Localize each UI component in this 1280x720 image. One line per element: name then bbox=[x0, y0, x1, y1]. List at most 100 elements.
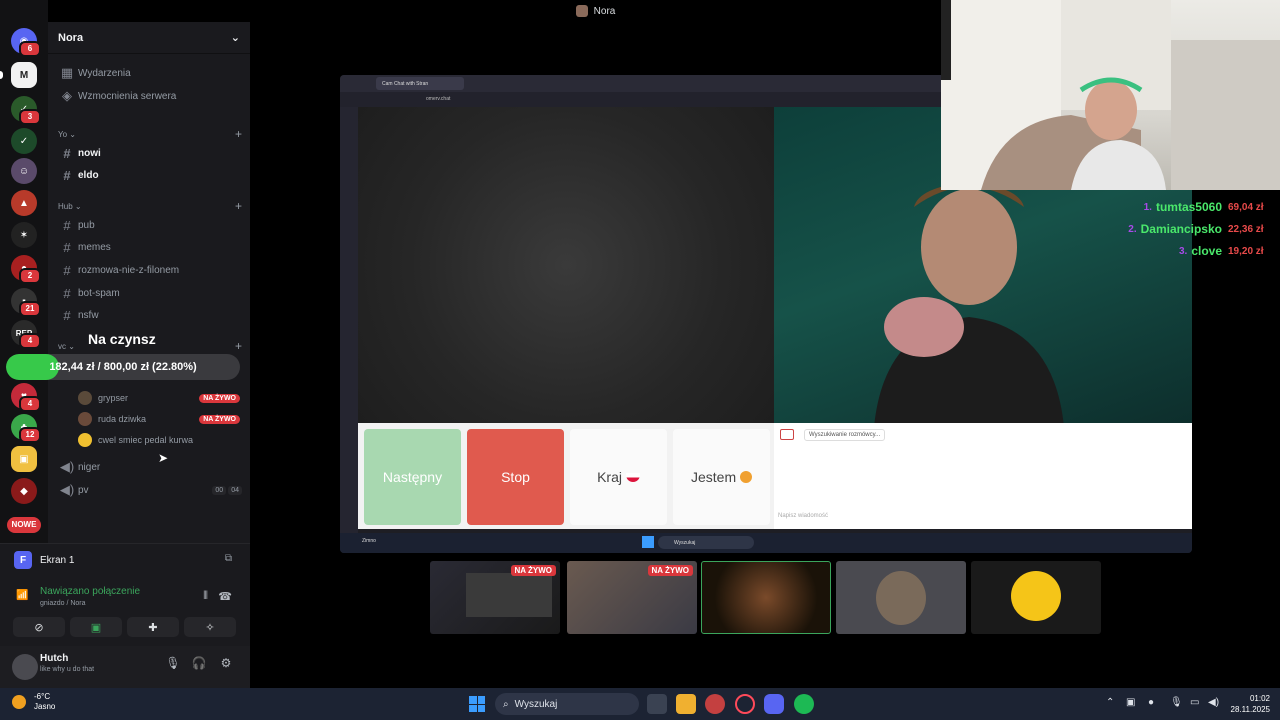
channel-label: pv bbox=[78, 484, 89, 496]
browser-tab[interactable]: Cam Chat with Stran bbox=[376, 77, 464, 90]
stream-thumbnail-active[interactable] bbox=[701, 561, 831, 634]
volume-icon[interactable]: ◀) bbox=[1208, 697, 1219, 708]
channel-nowi[interactable]: # nowi bbox=[58, 143, 242, 163]
activities-icon: ✚ bbox=[148, 621, 158, 634]
sidebar-item-events[interactable]: ▦ Wydarzenia bbox=[58, 63, 242, 83]
clock[interactable]: 01:02 28.11.2025 bbox=[1231, 693, 1270, 715]
server-icon-nora[interactable]: M bbox=[11, 62, 37, 88]
text-chat-panel: Wyszukiwanie rozmówcy... Napisz wiadomoś… bbox=[774, 423, 1192, 529]
category-yo[interactable]: Yo ⌄ + bbox=[58, 127, 242, 141]
start-icon[interactable] bbox=[469, 696, 485, 712]
voice-channel-pv[interactable]: ◀) pv 00 04 bbox=[58, 480, 242, 500]
browser-url[interactable]: omerv.chat bbox=[426, 96, 450, 102]
server-icon-10[interactable]: ♥ 4 bbox=[11, 383, 41, 412]
windows-taskbar: -6°C Jasno ⌕ Wyszukaj ⌃ ▣ ● 🎙 ▭ ◀) 01:02 … bbox=[0, 688, 1280, 720]
gender-button[interactable]: Jestem bbox=[673, 429, 770, 525]
spotify-icon[interactable] bbox=[794, 694, 814, 714]
add-channel-icon[interactable]: + bbox=[235, 339, 242, 353]
voice-user[interactable]: grypser NA ŻYWO bbox=[78, 389, 240, 407]
channel-memes[interactable]: # memes bbox=[58, 237, 242, 257]
browser-side-panel bbox=[340, 107, 358, 553]
user-name[interactable]: Hutch bbox=[40, 653, 68, 664]
live-badge: NA ŻYWO bbox=[510, 565, 556, 576]
channel-pub[interactable]: # pub bbox=[58, 215, 242, 235]
screen-share-label[interactable]: F Ekran 1 bbox=[14, 551, 74, 569]
add-channel-icon[interactable]: + bbox=[235, 127, 242, 141]
chat-message-input[interactable]: Napisz wiadomość bbox=[778, 513, 828, 519]
voice-connection-panel: F Ekran 1 ⧉ 📶 Nawiązano połączenie gniaz… bbox=[0, 543, 250, 646]
chevron-up-icon[interactable]: ⌃ bbox=[1106, 697, 1114, 708]
screen-share-button[interactable]: ▣ bbox=[70, 617, 122, 637]
weather-widget[interactable]: -6°C Jasno bbox=[12, 692, 55, 712]
server-icon-4[interactable]: ☺ bbox=[11, 158, 37, 184]
opera-icon[interactable] bbox=[735, 694, 755, 714]
gear-icon[interactable]: ⚙ bbox=[217, 656, 235, 674]
connection-status[interactable]: Nawiązano połączenie bbox=[40, 586, 140, 597]
chevron-down-icon[interactable]: ⌄ bbox=[231, 31, 240, 44]
category-hub[interactable]: Hub ⌄ + bbox=[58, 199, 242, 213]
microphone-icon[interactable]: 🎙 bbox=[164, 656, 182, 674]
donor-rank: 2. bbox=[1128, 223, 1137, 235]
connection-location: gniazdo / Nora bbox=[40, 600, 86, 607]
tray-icon-1[interactable]: ▣ bbox=[1126, 697, 1135, 708]
channel-eldo[interactable]: # eldo bbox=[58, 165, 242, 185]
gender-label: Jestem bbox=[690, 469, 737, 485]
server-icon-7[interactable]: ● 2 bbox=[11, 255, 41, 284]
server-icon-2[interactable]: ✓ 3 bbox=[11, 96, 41, 125]
server-icon-13[interactable]: ◆ bbox=[11, 478, 37, 504]
channel-label: eldo bbox=[78, 169, 99, 181]
server-icon-3[interactable]: ✓ bbox=[11, 128, 37, 154]
country-button[interactable]: Kraj bbox=[570, 429, 667, 525]
signal-icon: 📶 bbox=[16, 590, 29, 601]
stream-thumbnail[interactable]: NA ŻYWO bbox=[430, 561, 560, 634]
add-channel-icon[interactable]: + bbox=[235, 199, 242, 213]
server-icon-11[interactable]: ♣ 12 bbox=[11, 414, 41, 443]
server-header[interactable]: Nora ⌄ bbox=[48, 22, 250, 54]
screen-share-icon: F bbox=[14, 551, 32, 569]
channel-bot-spam[interactable]: # bot-spam bbox=[58, 283, 242, 303]
headphones-icon[interactable]: 🎧 bbox=[190, 656, 208, 674]
avatar[interactable] bbox=[12, 654, 38, 680]
task-view-icon[interactable] bbox=[647, 694, 667, 714]
discord-home-icon[interactable]: ◉ 6 bbox=[11, 28, 41, 57]
network-icon[interactable]: ▭ bbox=[1190, 697, 1199, 708]
server-icon-6[interactable]: ✶ bbox=[11, 222, 37, 248]
server-icon-12[interactable]: ▣ bbox=[11, 446, 37, 472]
voice-channel-niger[interactable]: ◀) niger bbox=[58, 457, 242, 477]
server-icon-5[interactable]: ▲ bbox=[11, 190, 37, 216]
file-explorer-icon[interactable] bbox=[676, 694, 696, 714]
server-badge-2: 3 bbox=[19, 109, 41, 125]
mic-tray-icon[interactable]: 🎙 bbox=[1170, 697, 1183, 708]
new-badge[interactable]: NOWE bbox=[7, 517, 41, 533]
browser-icon[interactable] bbox=[705, 694, 725, 714]
stream-thumbnail[interactable] bbox=[836, 561, 966, 634]
popout-icon[interactable]: ⧉ bbox=[225, 553, 232, 564]
stream-thumbnail[interactable] bbox=[971, 561, 1101, 634]
channel-label: pub bbox=[78, 219, 95, 231]
stream-thumbnail[interactable]: NA ŻYWO bbox=[567, 561, 697, 634]
noise-suppression-icon[interactable]: ⦀ bbox=[203, 590, 208, 603]
channel-rozmowa[interactable]: # rozmowa-nie-z-filonem bbox=[58, 260, 242, 280]
tray-icon-2[interactable]: ● bbox=[1148, 697, 1154, 708]
voice-user[interactable]: ruda dziwka NA ŻYWO bbox=[78, 410, 240, 428]
stop-label: Stop bbox=[501, 469, 530, 485]
server-icon-9[interactable]: REP 4 bbox=[11, 320, 41, 349]
server-icon-8[interactable]: ▪ 21 bbox=[11, 288, 41, 317]
activities-button[interactable]: ✚ bbox=[127, 617, 179, 637]
camera-off-button[interactable]: ⊘ bbox=[13, 617, 65, 637]
stop-button[interactable]: Stop bbox=[467, 429, 564, 525]
taskbar-search-text: Wyszukaj bbox=[514, 698, 558, 710]
hash-icon: # bbox=[63, 145, 71, 161]
voice-user[interactable]: cwel smiec pedal kurwa bbox=[78, 431, 240, 449]
count-limit: 04 bbox=[228, 485, 242, 495]
donor-name: tumtas5060 bbox=[1155, 200, 1222, 214]
channel-label: bot-spam bbox=[78, 287, 120, 299]
channel-nsfw[interactable]: # nsfw bbox=[58, 305, 242, 325]
soundboard-button[interactable]: ✧ bbox=[184, 617, 236, 637]
clock-time: 01:02 bbox=[1249, 694, 1270, 703]
next-button[interactable]: Następny bbox=[364, 429, 461, 525]
disconnect-icon[interactable]: ☎ bbox=[218, 590, 232, 603]
sidebar-item-boosts[interactable]: ◈ Wzmocnienia serwera bbox=[58, 86, 242, 106]
taskbar-search[interactable]: ⌕ Wyszukaj bbox=[495, 693, 639, 715]
discord-taskbar-icon[interactable] bbox=[764, 694, 784, 714]
